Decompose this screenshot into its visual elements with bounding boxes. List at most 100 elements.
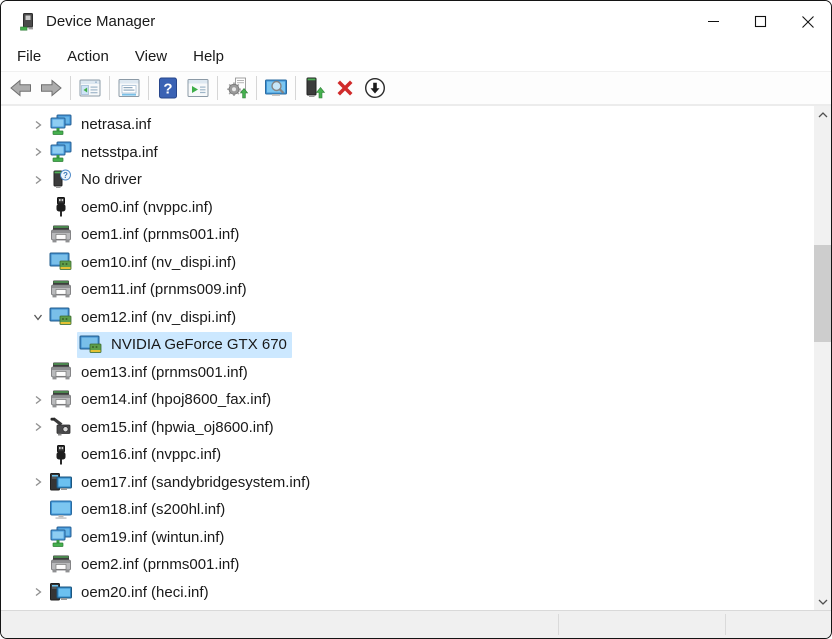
tree-item[interactable]: netsstpa.inf — [1, 139, 814, 167]
scan-hardware-changes-button[interactable] — [223, 74, 251, 102]
tree-item[interactable]: oem14.inf (hpoj8600_fax.inf) — [1, 386, 814, 414]
tree-item[interactable]: oem19.inf (wintun.inf) — [1, 524, 814, 552]
show-console-tree-icon — [78, 76, 102, 100]
chevron-right-icon[interactable] — [29, 583, 47, 601]
tree-item[interactable]: netrasa.inf — [1, 111, 814, 139]
chevron-spacer — [29, 528, 47, 546]
tree-item[interactable]: oem20.inf (heci.inf) — [1, 579, 814, 607]
svg-text:?: ? — [163, 81, 172, 98]
display-adapter-icon — [49, 306, 74, 328]
menu-item-action[interactable]: Action — [57, 44, 119, 69]
statusbar-divider — [558, 614, 559, 635]
chevron-right-icon[interactable] — [29, 418, 47, 436]
chevron-right-icon[interactable] — [29, 143, 47, 161]
tree-item[interactable]: oem0.inf (nvppc.inf) — [1, 194, 814, 222]
chevron-right-icon[interactable] — [29, 116, 47, 134]
disable-device-button[interactable] — [361, 74, 389, 102]
tree-item[interactable]: oem1.inf (prnms001.inf) — [1, 221, 814, 249]
monitor-icon — [49, 499, 74, 521]
tree-item[interactable]: oem17.inf (sandybridgesystem.inf) — [1, 469, 814, 497]
tree-item-content[interactable]: oem10.inf (nv_dispi.inf) — [47, 249, 241, 275]
tree-item-label: oem2.inf (prnms001.inf) — [81, 556, 239, 573]
tree-item-label: oem10.inf (nv_dispi.inf) — [81, 254, 236, 271]
tree-item-content[interactable]: oem18.inf (s200hl.inf) — [47, 497, 230, 523]
close-button[interactable] — [784, 1, 831, 42]
tree-item[interactable]: oem12.inf (nv_dispi.inf) — [1, 304, 814, 332]
printer-icon — [49, 389, 74, 411]
chevron-right-icon[interactable] — [29, 171, 47, 189]
search-computer-button[interactable] — [262, 74, 290, 102]
tree-item-content[interactable]: oem11.inf (prnms009.inf) — [47, 277, 252, 303]
tree-item-content[interactable]: oem13.inf (prnms001.inf) — [47, 359, 253, 385]
menu-item-view[interactable]: View — [125, 44, 177, 69]
tree-item[interactable]: oem10.inf (nv_dispi.inf) — [1, 249, 814, 277]
tree-item-content[interactable]: oem16.inf (nvppc.inf) — [47, 442, 226, 468]
uninstall-device-button[interactable] — [331, 74, 359, 102]
tree-item-label: netsstpa.inf — [81, 144, 158, 161]
menu-item-file[interactable]: File — [7, 44, 51, 69]
tree-item-content[interactable]: oem12.inf (nv_dispi.inf) — [47, 304, 241, 330]
chevron-right-icon[interactable] — [29, 473, 47, 491]
tree-item[interactable]: NVIDIA GeForce GTX 670 — [1, 331, 814, 359]
scroll-down-button[interactable] — [814, 593, 831, 610]
network-adapter-icon — [49, 114, 74, 136]
tree-item-label: oem18.inf (s200hl.inf) — [81, 501, 225, 518]
action-pane-button[interactable] — [184, 74, 212, 102]
tree-item-content[interactable]: oem1.inf (prnms001.inf) — [47, 222, 244, 248]
scroll-up-button[interactable] — [814, 106, 831, 123]
printer-icon — [49, 554, 74, 576]
tree-item-content[interactable]: oem20.inf (heci.inf) — [47, 579, 214, 605]
scrollbar-thumb[interactable] — [814, 245, 831, 342]
show-console-tree-button[interactable] — [76, 74, 104, 102]
tree-item[interactable]: oem13.inf (prnms001.inf) — [1, 359, 814, 387]
tree-item-selected[interactable]: NVIDIA GeForce GTX 670 — [77, 332, 292, 358]
tree-item-content[interactable]: netrasa.inf — [47, 112, 156, 138]
toolbar: ? — [1, 72, 831, 106]
tree-item-label: oem0.inf (nvppc.inf) — [81, 199, 213, 216]
tree-item[interactable]: oem16.inf (nvppc.inf) — [1, 441, 814, 469]
forward-arrow-icon — [39, 76, 63, 100]
toolbar-separator — [109, 76, 110, 100]
tree-item[interactable]: oem2.inf (prnms001.inf) — [1, 551, 814, 579]
tree-item-label: oem1.inf (prnms001.inf) — [81, 226, 239, 243]
tree-item-label: NVIDIA GeForce GTX 670 — [111, 336, 287, 353]
device-manager-icon — [17, 12, 37, 32]
chevron-spacer — [29, 556, 47, 574]
tree-item[interactable]: oem15.inf (hpwia_oj8600.inf) — [1, 414, 814, 442]
minimize-button[interactable] — [690, 1, 737, 42]
tree-item-content[interactable]: ?No driver — [47, 167, 147, 193]
menu-item-help[interactable]: Help — [183, 44, 234, 69]
tree-item-content[interactable]: oem19.inf (wintun.inf) — [47, 524, 229, 550]
tree-item-content[interactable]: oem2.inf (prnms001.inf) — [47, 552, 244, 578]
help-button[interactable]: ? — [154, 74, 182, 102]
window-title: Device Manager — [46, 13, 155, 30]
back-button[interactable] — [7, 74, 35, 102]
scrollbar-track[interactable] — [814, 123, 831, 593]
tree-item[interactable]: oem18.inf (s200hl.inf) — [1, 496, 814, 524]
tree-item-label: oem13.inf (prnms001.inf) — [81, 364, 248, 381]
vertical-scrollbar[interactable] — [814, 106, 831, 610]
properties-window-icon — [117, 76, 141, 100]
tree-item[interactable]: oem11.inf (prnms009.inf) — [1, 276, 814, 304]
tree-item-content[interactable]: oem15.inf (hpwia_oj8600.inf) — [47, 414, 279, 440]
menu-bar: File Action View Help — [1, 42, 831, 72]
chevron-down-icon[interactable] — [29, 308, 47, 326]
statusbar-divider — [725, 614, 726, 635]
usb-device-icon — [49, 196, 74, 218]
help-icon: ? — [156, 76, 180, 100]
content-area: netrasa.inf netsstpa.inf ?No driver oem0.in… — [1, 106, 831, 610]
chevron-right-icon[interactable] — [29, 391, 47, 409]
tree-item-content[interactable]: oem17.inf (sandybridgesystem.inf) — [47, 469, 315, 495]
tree-item-label: No driver — [81, 171, 142, 188]
maximize-button[interactable] — [737, 1, 784, 42]
tree-item-content[interactable]: oem14.inf (hpoj8600_fax.inf) — [47, 387, 276, 413]
properties-button[interactable] — [115, 74, 143, 102]
forward-button[interactable] — [37, 74, 65, 102]
chevron-spacer — [29, 446, 47, 464]
tree-item-label: oem17.inf (sandybridgesystem.inf) — [81, 474, 310, 491]
tree-item-content[interactable]: netsstpa.inf — [47, 139, 163, 165]
tree-item-content[interactable]: oem0.inf (nvppc.inf) — [47, 194, 218, 220]
chevron-spacer — [29, 198, 47, 216]
tree-item[interactable]: ?No driver — [1, 166, 814, 194]
update-driver-button[interactable] — [301, 74, 329, 102]
